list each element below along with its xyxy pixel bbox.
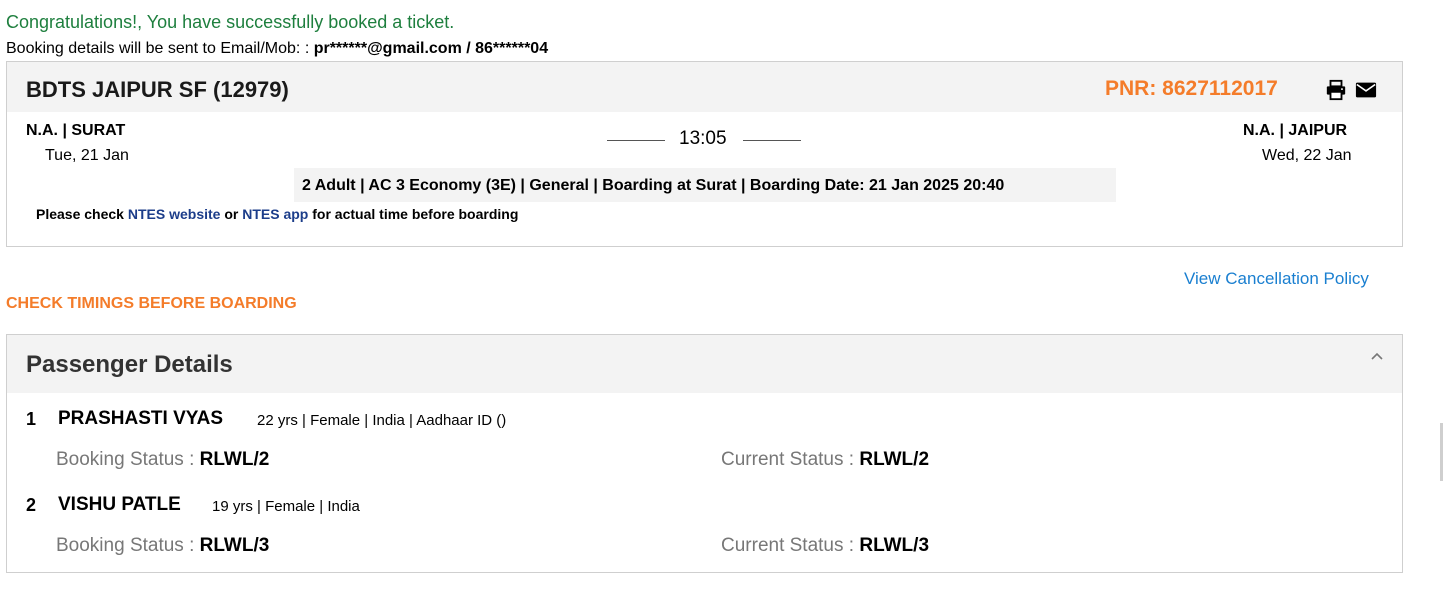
current-status-label: Current Status :	[721, 449, 860, 470]
current-status: Current Status : RLWL/3	[721, 535, 929, 557]
class-info-text: 2 Adult | AC 3 Economy (3E) | General | …	[302, 177, 1005, 194]
current-status: Current Status : RLWL/2	[721, 449, 929, 471]
passenger-name: VISHU PATLE	[58, 494, 181, 515]
print-icon[interactable]	[1325, 79, 1347, 101]
chevron-up-icon[interactable]	[1369, 351, 1385, 363]
journey-line-right	[743, 140, 801, 141]
ntes-website-link[interactable]: NTES website	[128, 206, 221, 222]
journey-line-left	[607, 140, 665, 141]
booking-status-label: Booking Status :	[56, 449, 200, 470]
ntes-check-note: Please check NTES website or NTES app fo…	[36, 206, 518, 222]
passenger-name: PRASHASTI VYAS	[58, 408, 224, 429]
or-text: or	[220, 206, 243, 222]
pnr-number: PNR: 8627112017	[1105, 77, 1278, 100]
details-prefix: Booking details will be sent to Email/Mo…	[6, 40, 314, 57]
booking-status-value: RLWL/2	[199, 449, 270, 470]
booking-success-message: Congratulations!, You have successfully …	[6, 12, 455, 32]
passenger-info: 19 yrs | Female | India	[212, 498, 360, 515]
passenger-details-panel: Passenger Details 1 PRASHASTI VYAS 22 yr…	[6, 334, 1403, 573]
passenger-details-header[interactable]: Passenger Details	[7, 335, 1402, 393]
current-status-label: Current Status :	[721, 535, 860, 556]
booking-status-value: RLWL/3	[199, 535, 270, 556]
booking-status: Booking Status : RLWL/3	[56, 535, 269, 557]
passenger-number: 1	[26, 409, 37, 429]
departure-time: 13:05	[679, 128, 727, 149]
check-suffix: for actual time before boarding	[308, 206, 519, 222]
ntes-app-link[interactable]: NTES app	[242, 206, 308, 222]
passenger-info: 22 yrs | Female | India | Aadhaar ID ()	[257, 412, 507, 429]
mail-icon[interactable]	[1355, 81, 1377, 99]
arrival-date: Wed, 22 Jan	[1262, 147, 1352, 164]
train-name: BDTS JAIPUR SF (12979)	[26, 77, 289, 102]
current-status-value: RLWL/3	[859, 535, 930, 556]
departure-date: Tue, 21 Jan	[45, 147, 129, 164]
booking-class-info: 2 Adult | AC 3 Economy (3E) | General | …	[294, 168, 1116, 202]
passenger-number: 2	[26, 495, 37, 515]
contact-info: pr******@gmail.com / 86******04	[313, 40, 549, 57]
current-status-value: RLWL/2	[859, 449, 930, 470]
booking-status: Booking Status : RLWL/2	[56, 449, 269, 471]
origin-station: N.A. | SURAT	[26, 122, 126, 139]
train-summary-card: BDTS JAIPUR SF (12979) PNR: 8627112017 N…	[6, 61, 1403, 247]
booking-details-note: Booking details will be sent to Email/Mo…	[6, 40, 548, 58]
check-timings-link[interactable]: CHECK TIMINGS BEFORE BOARDING	[6, 295, 297, 313]
passenger-details-title: Passenger Details	[26, 351, 233, 378]
booking-status-label: Booking Status :	[56, 535, 200, 556]
train-header: BDTS JAIPUR SF (12979) PNR: 8627112017	[7, 62, 1402, 112]
view-cancellation-policy-link[interactable]: View Cancellation Policy	[1184, 269, 1369, 289]
destination-station: N.A. | JAIPUR	[1243, 122, 1348, 139]
check-prefix: Please check	[36, 206, 128, 222]
